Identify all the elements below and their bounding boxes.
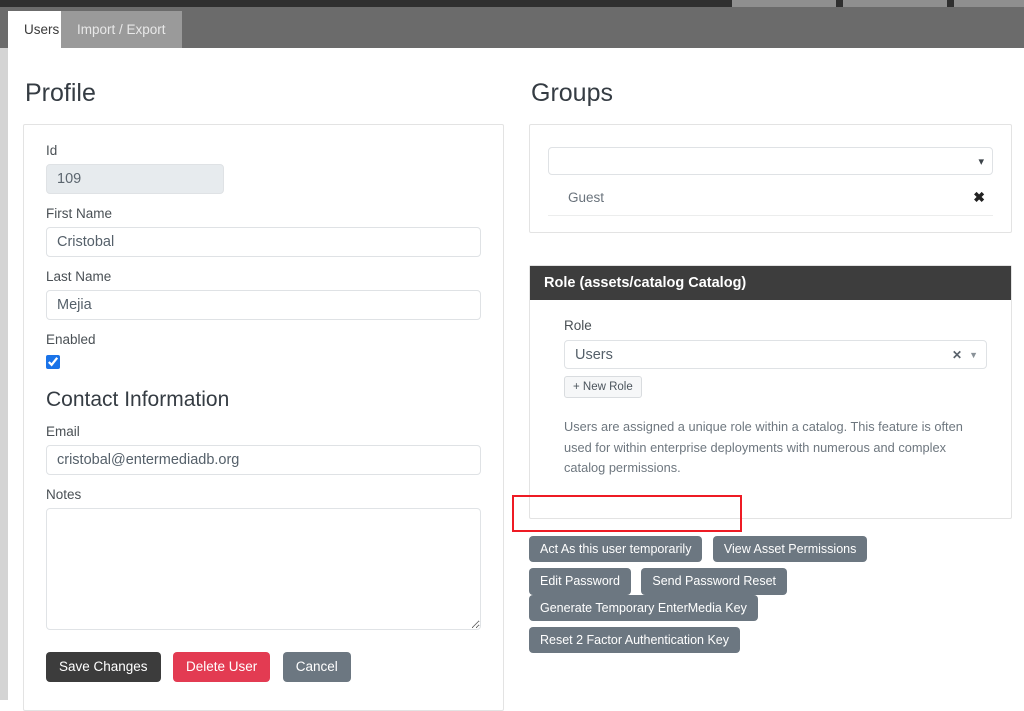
profile-column: Profile Id First Name Last Name Enabled …: [23, 78, 504, 711]
action-buttons: Act As this user temporarily View Asset …: [529, 535, 1012, 654]
label-email: Email: [46, 424, 80, 439]
label-last-name: Last Name: [46, 269, 112, 284]
save-changes-button[interactable]: Save Changes: [46, 652, 161, 682]
field-last-name: Last Name: [46, 269, 481, 320]
label-enabled: Enabled: [46, 332, 96, 347]
role-description: Users are assigned a unique role within …: [564, 419, 963, 476]
role-select[interactable]: Users ✕ ▼: [564, 340, 987, 369]
action-row-2: Edit Password Send Password Reset Genera…: [529, 568, 1012, 622]
chevron-down-icon[interactable]: ▼: [969, 350, 978, 360]
email-input[interactable]: [46, 445, 481, 475]
label-role: Role: [564, 318, 592, 333]
tab-import-export-label: Import / Export: [77, 22, 166, 37]
label-notes: Notes: [46, 487, 82, 502]
field-email: Email: [46, 424, 481, 475]
groups-column: Groups ▾ Guest ✖ Role (assets/catalog Ca…: [529, 78, 1012, 659]
groups-select-wrapper: ▾: [548, 147, 993, 175]
new-role-button[interactable]: + New Role: [564, 376, 642, 398]
field-enabled: Enabled: [46, 332, 481, 374]
label-id: Id: [46, 143, 58, 158]
label-first-name: First Name: [46, 206, 113, 221]
top-nav-segment[interactable]: [732, 0, 836, 7]
tab-import-export[interactable]: Import / Export: [61, 11, 182, 48]
left-gutter: [0, 48, 8, 700]
role-card-body: Role Users ✕ ▼ + New Role Users are assi…: [530, 300, 1011, 518]
tab-users-label: Users: [24, 22, 60, 37]
contact-information-title: Contact Information: [46, 388, 230, 411]
role-card: Role (assets/catalog Catalog) Role Users…: [529, 265, 1012, 519]
groups-card: ▾ Guest ✖: [529, 124, 1012, 233]
action-row-1: Act As this user temporarily View Asset …: [529, 535, 1012, 563]
tab-bar: Users Import / Export: [0, 7, 1024, 48]
group-name-label: Guest: [568, 190, 605, 205]
notes-textarea[interactable]: [46, 508, 481, 630]
act-as-user-button[interactable]: Act As this user temporarily: [529, 535, 703, 563]
role-card-header: Role (assets/catalog Catalog): [530, 266, 1011, 300]
page-body: Profile Id First Name Last Name Enabled …: [8, 48, 1024, 711]
action-row-3: Reset 2 Factor Authentication Key: [529, 627, 1012, 654]
field-id: Id: [46, 143, 481, 194]
delete-user-button[interactable]: Delete User: [173, 652, 271, 682]
remove-group-icon[interactable]: ✖: [969, 189, 989, 206]
role-select-tools: ✕ ▼: [952, 341, 978, 368]
field-first-name: First Name: [46, 206, 481, 257]
top-nav-strip: [0, 0, 1024, 7]
top-nav-segment[interactable]: [954, 0, 1024, 7]
last-name-input[interactable]: [46, 290, 481, 320]
enabled-checkbox[interactable]: [46, 355, 60, 369]
cancel-button[interactable]: Cancel: [282, 652, 351, 682]
clear-role-icon[interactable]: ✕: [952, 348, 962, 362]
first-name-input[interactable]: [46, 227, 481, 257]
id-input[interactable]: [46, 164, 224, 194]
edit-password-button[interactable]: Edit Password: [529, 568, 631, 595]
profile-button-row: Save Changes Delete User Cancel: [46, 652, 481, 682]
view-asset-permissions-button[interactable]: View Asset Permissions: [712, 535, 868, 563]
reset-2fa-key-button[interactable]: Reset 2 Factor Authentication Key: [529, 627, 740, 654]
generate-temp-key-button[interactable]: Generate Temporary EnterMedia Key: [529, 594, 758, 622]
page-title-groups: Groups: [531, 79, 613, 107]
group-list-item: Guest ✖: [548, 181, 993, 216]
role-select-value: Users: [575, 346, 613, 363]
groups-select[interactable]: [548, 147, 993, 175]
top-nav-segment[interactable]: [843, 0, 947, 7]
profile-card: Id First Name Last Name Enabled Contact …: [23, 124, 504, 711]
page-title-profile: Profile: [25, 79, 96, 107]
send-password-reset-button[interactable]: Send Password Reset: [641, 568, 788, 595]
field-notes: Notes: [46, 487, 481, 630]
